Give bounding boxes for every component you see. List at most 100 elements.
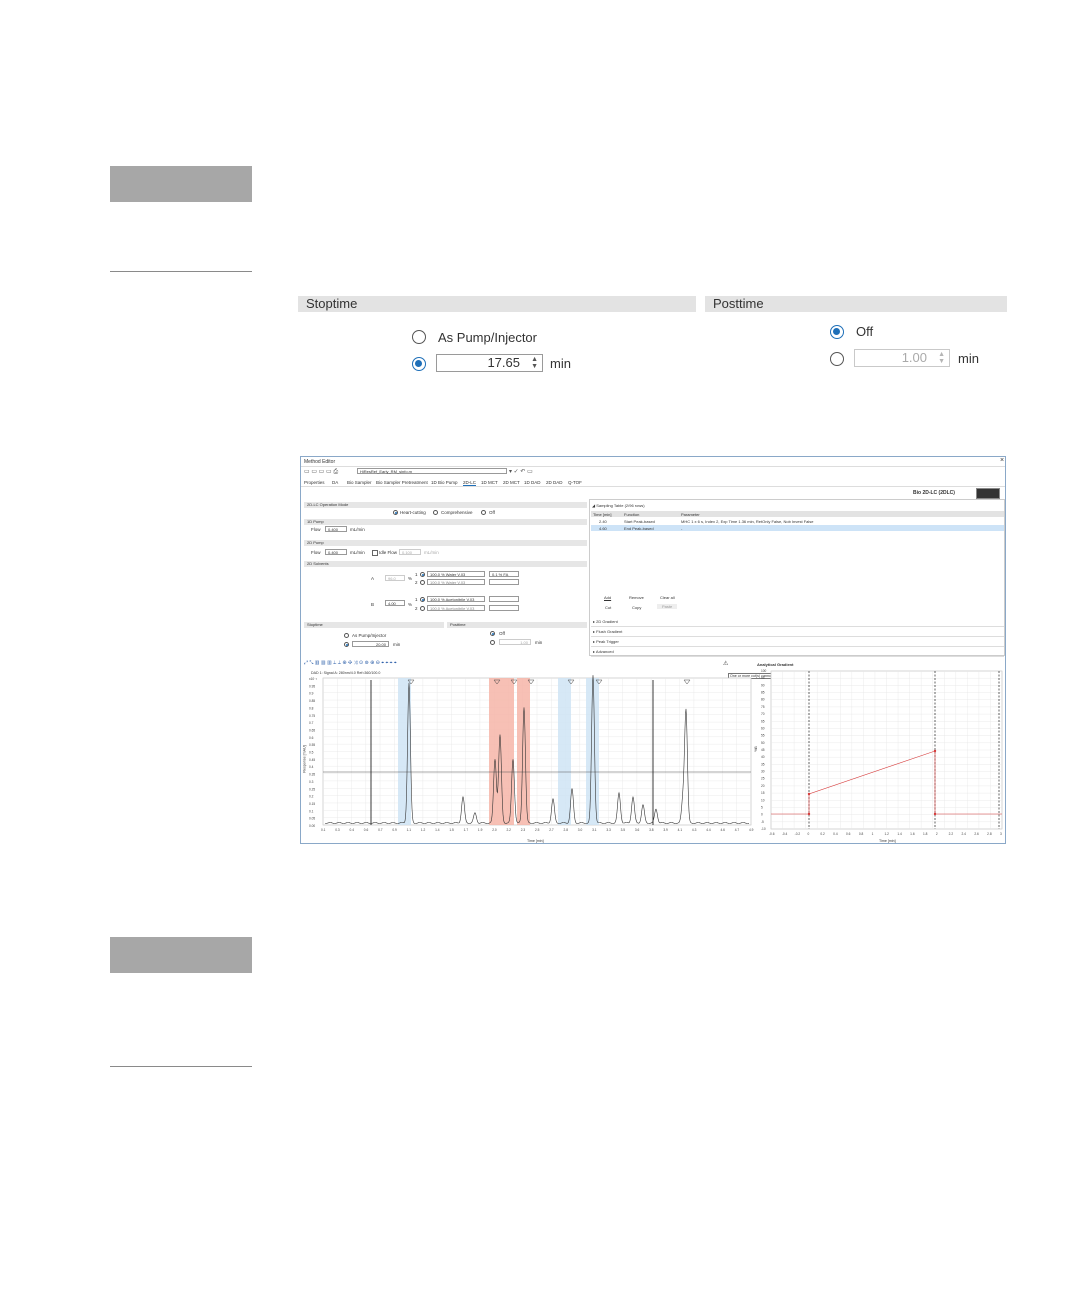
mini-post-value: 1.00 — [520, 640, 528, 645]
solvent-a1-extra[interactable]: 0.1 % FA — [489, 571, 519, 577]
chart-toolbar-icons[interactable]: ⤢ ⤡ ▥ ▥ ▥ ⟂ ⟂ ⊕ ✣ ⤨ ⊙ ⊚ ⊕ ⊖ ⌖ ⌖ ⌖ ⌖ — [304, 660, 397, 666]
posttime-off-label: Off — [856, 324, 874, 339]
op-mode-header: 2D-LC Operation Mode — [304, 502, 587, 508]
tab-q-tof[interactable]: Q-TOF — [568, 480, 582, 485]
cut-window[interactable] — [398, 678, 411, 825]
mini-stop-value-input[interactable]: 20.00 — [352, 641, 389, 647]
solvent-b2-radio[interactable] — [420, 606, 425, 611]
section-divider — [591, 656, 1004, 657]
pump2-flow-value: 0.400 — [328, 550, 339, 555]
solvent-b2-extra[interactable] — [489, 605, 519, 611]
posttime-value-input[interactable]: 1.00 ▲ ▼ — [854, 349, 950, 367]
x-tick-label: 0.9 — [392, 828, 397, 832]
idle-flow-input[interactable]: 0.100 — [399, 549, 421, 555]
tab-2d-mct[interactable]: 2D MCT — [503, 480, 520, 485]
stoptime-value-input[interactable]: 17.65 ▲ ▼ — [436, 354, 543, 372]
toolbar-icons[interactable]: ▭ ▭ ▭ ▭ ⎙ — [304, 468, 338, 476]
y-tick-label: 85 — [761, 691, 765, 695]
solvent-a2-extra[interactable] — [489, 579, 519, 585]
y-tick-label: -5 — [761, 820, 764, 824]
pump1-flow-input[interactable]: 0.400 — [325, 526, 347, 532]
tab-bio-sampler[interactable]: Bio Sampler — [347, 480, 372, 485]
pump2-flow-input[interactable]: 0.400 — [325, 549, 347, 555]
stoptime-value-radio[interactable] — [412, 357, 426, 371]
solvent-a1-radio[interactable] — [420, 572, 425, 577]
solvent-b1-radio[interactable] — [420, 597, 425, 602]
close-icon[interactable]: × — [1000, 457, 1004, 464]
y-tick-label: 0.7 — [309, 721, 314, 725]
cut-window[interactable] — [586, 678, 599, 825]
sampling-header: ◢ Sampling Table (2/96 rows) — [592, 503, 645, 508]
solvent-a2-radio[interactable] — [420, 580, 425, 585]
x-tick-label: 0.6 — [364, 828, 369, 832]
comprehensive-label: Comprehensive — [441, 510, 473, 515]
x-tick-label: 1.4 — [435, 828, 440, 832]
collapsible-2d-gradient[interactable]: ▸ 2D Gradient — [593, 619, 618, 624]
collapsible-flush-gradient[interactable]: ▸ Flush Gradient — [593, 629, 622, 634]
collapsible-peak-trigger[interactable]: ▸ Peak Trigger — [593, 639, 619, 644]
cut-window[interactable] — [489, 678, 502, 825]
tab-properties[interactable]: Properties — [304, 480, 325, 485]
spin-arrows-icon[interactable]: ▲ ▼ — [531, 356, 538, 370]
x-tick-label: 1.5 — [449, 828, 454, 832]
mini-stop-value-radio[interactable] — [344, 642, 349, 647]
section-marker-top — [110, 166, 252, 202]
paste-button[interactable]: Paste — [657, 604, 678, 609]
comprehensive-radio[interactable] — [433, 510, 438, 515]
mini-post-value-input[interactable]: 1.00 — [499, 639, 531, 645]
stoptime-unit: min — [550, 356, 571, 371]
filename-field[interactable]: HiResRef_Early_RM_sinfo.m — [357, 468, 507, 474]
mini-post-value-radio[interactable] — [490, 640, 495, 645]
y-tick-label: 0.35 — [309, 773, 315, 777]
cut-window[interactable] — [558, 678, 571, 825]
section-marker-bottom — [110, 937, 252, 973]
cut-button[interactable]: Cut — [605, 605, 611, 610]
posttime-value-radio[interactable] — [830, 352, 844, 366]
gradient-point[interactable] — [933, 749, 937, 753]
add-button[interactable]: Add — [604, 595, 611, 600]
x-tick-label: 1.9 — [478, 828, 483, 832]
divider-top — [110, 271, 252, 272]
tab-1d-bio-pump[interactable]: 1D Bio Pump — [431, 480, 458, 485]
y-tick-label: 0 — [761, 813, 763, 817]
tab-da[interactable]: DA — [332, 480, 338, 485]
clear-all-button[interactable]: Clear all — [660, 595, 675, 600]
idle-flow-checkbox[interactable] — [372, 550, 378, 556]
solvent-a-input[interactable]: 96.0 — [385, 575, 405, 581]
off-radio[interactable] — [481, 510, 486, 515]
toolbar-actions-icons[interactable]: ▾ ✓ ↶ ▭ — [509, 468, 533, 475]
solvent-a2-select[interactable]: 100.0 % Water V.03 — [427, 579, 485, 585]
solvent-b-input[interactable]: 4.00 — [385, 600, 405, 606]
copy-button[interactable]: Copy — [632, 605, 641, 610]
y-tick-label: 0.65 — [309, 728, 315, 732]
tab-1d-dad[interactable]: 1D DAD — [524, 480, 541, 485]
y-tick-label: 95 — [761, 676, 765, 680]
x-tick-label: 0.4 — [833, 832, 838, 836]
solvent-b1-extra[interactable] — [489, 596, 519, 602]
solvent-b2-select[interactable]: 100.0 % Acetonitrile V.03 — [427, 605, 485, 611]
x-tick-label: 0.2 — [820, 832, 825, 836]
tab-1d-mct[interactable]: 1D MCT — [481, 480, 498, 485]
pump1-flow-label: Flow — [311, 527, 321, 532]
y-tick-label: 25 — [761, 777, 765, 781]
solvent-b-label: B — [371, 602, 375, 607]
cut-window[interactable] — [502, 678, 514, 825]
gradient-point[interactable] — [933, 812, 937, 816]
gradient-point[interactable] — [807, 792, 811, 796]
posttime-off-radio[interactable] — [830, 325, 844, 339]
mini-stop-as-pump-radio[interactable] — [344, 633, 349, 638]
cut-window[interactable] — [517, 678, 530, 825]
tab-bio-sampler-pretreatment[interactable]: Bio Sampler Pretreatment — [376, 480, 428, 485]
remove-button[interactable]: Remove — [629, 595, 644, 600]
gradient-point[interactable] — [807, 812, 811, 816]
collapsible-advanced[interactable]: ▸ Advanced — [593, 649, 614, 654]
stoptime-as-pump-radio[interactable] — [412, 330, 426, 344]
heart-cutting-radio[interactable] — [393, 510, 398, 515]
mini-post-off-radio[interactable] — [490, 631, 495, 636]
mini-post-off-label: Off — [499, 631, 505, 636]
mini-post-unit: min — [535, 640, 543, 645]
spin-arrows-icon[interactable]: ▲ ▼ — [938, 351, 945, 365]
solvent-b1-select[interactable]: 100.0 % Acetonitrile V.03 — [427, 596, 485, 602]
solvent-a1-select[interactable]: 100.0 % Water V.03 — [427, 571, 485, 577]
tab-2d-dad[interactable]: 2D DAD — [546, 480, 563, 485]
